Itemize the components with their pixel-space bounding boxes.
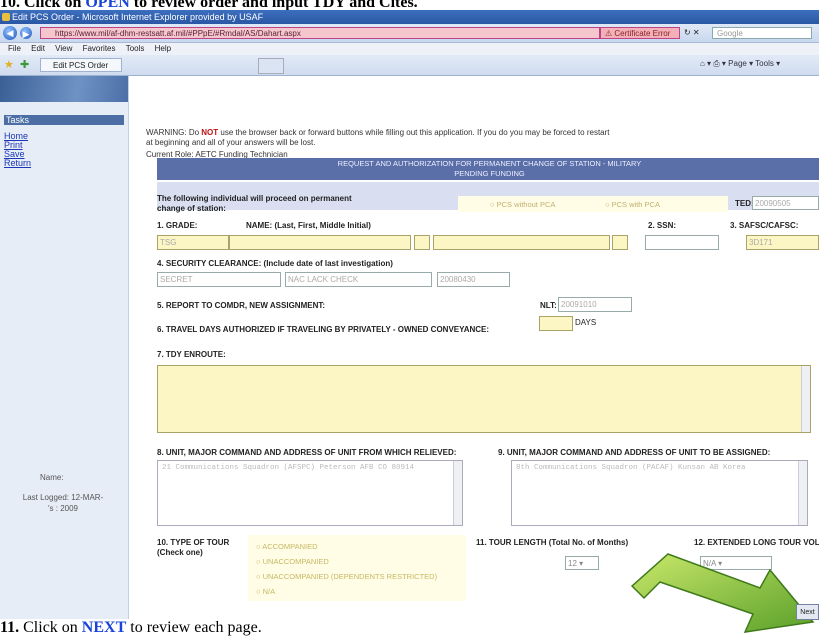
sidebar-link-return[interactable]: Return — [4, 158, 31, 168]
menu-favorites[interactable]: Favorites — [83, 43, 116, 55]
travel-days-label: 6. TRAVEL DAYS AUTHORIZED IF TRAVELING B… — [157, 325, 490, 334]
ssn-field[interactable] — [645, 235, 719, 250]
travel-days-field[interactable] — [539, 316, 573, 331]
warning-message: WARNING: Do NOT use the browser back or … — [146, 128, 610, 147]
menu-file[interactable]: File — [8, 43, 21, 55]
first-name-field[interactable] — [433, 235, 610, 250]
window-title-bar: Edit PCS Order - Microsoft Internet Expl… — [0, 10, 819, 24]
tdy-scrollbar[interactable] — [801, 366, 810, 432]
days-unit-label: DAYS — [575, 318, 597, 327]
shield-icon: ⚠ — [605, 29, 615, 38]
menu-help[interactable]: Help — [155, 43, 171, 55]
tour-accompanied-radio[interactable]: ○ ACCOMPANIED — [256, 542, 318, 551]
page-tools-menu[interactable]: ⌂ ▾ ⎙ ▾ Page ▾ Tools ▾ — [700, 59, 780, 69]
ted-field[interactable]: 20090505 — [752, 196, 819, 210]
report-to-label: 5. REPORT TO COMDR, NEW ASSIGNMENT: — [157, 301, 326, 310]
radio-pcs-with-pca[interactable]: ○ PCS with PCA — [605, 200, 660, 209]
assigned-scrollbar[interactable] — [798, 461, 807, 525]
menu-bar: File Edit View Favorites Tools Help — [0, 43, 819, 55]
menu-edit[interactable]: Edit — [31, 43, 45, 55]
tdy-enroute-label: 7. TDY ENROUTE: — [157, 350, 226, 359]
tour-unaccompanied-radio[interactable]: ○ UNACCOMPANIED — [256, 557, 329, 566]
unit-relieved-text: 21 Communications Squadron (AFSPC) Peter… — [162, 464, 415, 472]
clearance-level-field[interactable]: SECRET — [157, 272, 281, 287]
unit-assigned-textarea[interactable]: 8th Communications Squadron (PACAF) Kuns… — [511, 460, 808, 526]
tab-bar: ★ ✚ Edit PCS Order ⌂ ▾ ⎙ ▾ Page ▾ Tools … — [0, 55, 819, 76]
ssn-label: 2. SSN: — [648, 221, 677, 230]
tour-length-label: 11. TOUR LENGTH (Total No. of Months) — [476, 538, 629, 547]
green-arrow-icon — [630, 553, 815, 633]
unit-relieved-textarea[interactable]: 21 Communications Squadron (AFSPC) Peter… — [157, 460, 463, 526]
back-icon[interactable]: ◀ — [3, 26, 17, 40]
grade-select[interactable]: TSG — [157, 235, 229, 250]
certificate-error-button[interactable]: ⚠ Certificate Error — [600, 27, 680, 39]
investigation-type-field[interactable]: NAC LACK CHECK — [285, 272, 432, 287]
intro-text: The following individual will proceed on… — [157, 194, 352, 213]
home-icon[interactable]: ⌂ ▾ — [700, 59, 713, 68]
sidebar-banner — [0, 76, 128, 102]
unit-assigned-text: 8th Communications Squadron (PACAF) Kuns… — [516, 464, 746, 472]
ted-label: TED: — [735, 199, 754, 208]
url-field[interactable]: https://www.mil/af-dhm-restsatt.af.mil/#… — [40, 27, 600, 39]
refresh-icon[interactable]: ↻ ✕ — [684, 28, 700, 37]
window-title: Edit PCS Order - Microsoft Internet Expl… — [12, 12, 264, 22]
ie-icon — [2, 13, 10, 21]
tour-type-label: 10. TYPE OF TOUR (Check one) — [157, 538, 230, 557]
investigation-date-field[interactable]: 20080430 — [437, 272, 510, 287]
user-name-label: Name: — [40, 473, 64, 482]
last-name-field[interactable] — [229, 235, 411, 250]
new-tab-button[interactable] — [258, 58, 284, 74]
name-suffix-field[interactable] — [414, 235, 430, 250]
next-button[interactable]: Next — [796, 604, 819, 620]
form-header: REQUEST AND AUTHORIZATION FOR PERMANENT … — [157, 158, 819, 180]
menu-tools[interactable]: Tools — [126, 43, 145, 55]
last-logged-label: Last Logged: 12-MAR- 's : 2009 — [22, 493, 104, 513]
middle-initial-field[interactable] — [612, 235, 628, 250]
favorites-star-icon[interactable]: ★ — [4, 58, 14, 71]
tour-na-radio[interactable]: ○ N/A — [256, 587, 275, 596]
menu-view[interactable]: View — [55, 43, 72, 55]
tour-restricted-radio[interactable]: ○ UNACCOMPANIED (DEPENDENTS RESTRICTED) — [256, 572, 437, 581]
nlt-label: NLT: — [540, 301, 557, 310]
security-clearance-label: 4. SECURITY CLEARANCE: (Include date of … — [157, 259, 393, 268]
tab-edit-pcs-order[interactable]: Edit PCS Order — [40, 58, 122, 72]
safsc-field[interactable]: 3D171 — [746, 235, 819, 250]
sidebar-title: Tasks — [4, 115, 124, 125]
tour-length-select[interactable]: 12 ▾ — [565, 556, 599, 570]
print-icon[interactable]: ⎙ ▾ — [713, 59, 728, 68]
unit-assigned-label: 9. UNIT, MAJOR COMMAND AND ADDRESS OF UN… — [498, 448, 771, 457]
forward-icon[interactable]: ▶ — [20, 27, 32, 39]
address-toolbar: ◀ ▶ https://www.mil/af-dhm-restsatt.af.m… — [0, 24, 819, 43]
safsc-label: 3. SAFSC/CAFSC: — [730, 221, 799, 230]
name-label: NAME: (Last, First, Middle Initial) — [246, 221, 371, 230]
radio-pcs-without-pca[interactable]: ○ PCS without PCA — [490, 200, 555, 209]
tdy-enroute-textarea[interactable] — [157, 365, 811, 433]
grade-label: 1. GRADE: — [157, 221, 198, 230]
instruction-caption-bottom: 11. Click on NEXT to review each page. — [0, 619, 262, 636]
search-input[interactable]: Google — [712, 27, 812, 39]
report-date-field[interactable]: 20091010 — [558, 297, 632, 312]
relieved-scrollbar[interactable] — [453, 461, 462, 525]
add-favorite-icon[interactable]: ✚ — [20, 58, 29, 71]
unit-relieved-label: 8. UNIT, MAJOR COMMAND AND ADDRESS OF UN… — [157, 448, 457, 457]
